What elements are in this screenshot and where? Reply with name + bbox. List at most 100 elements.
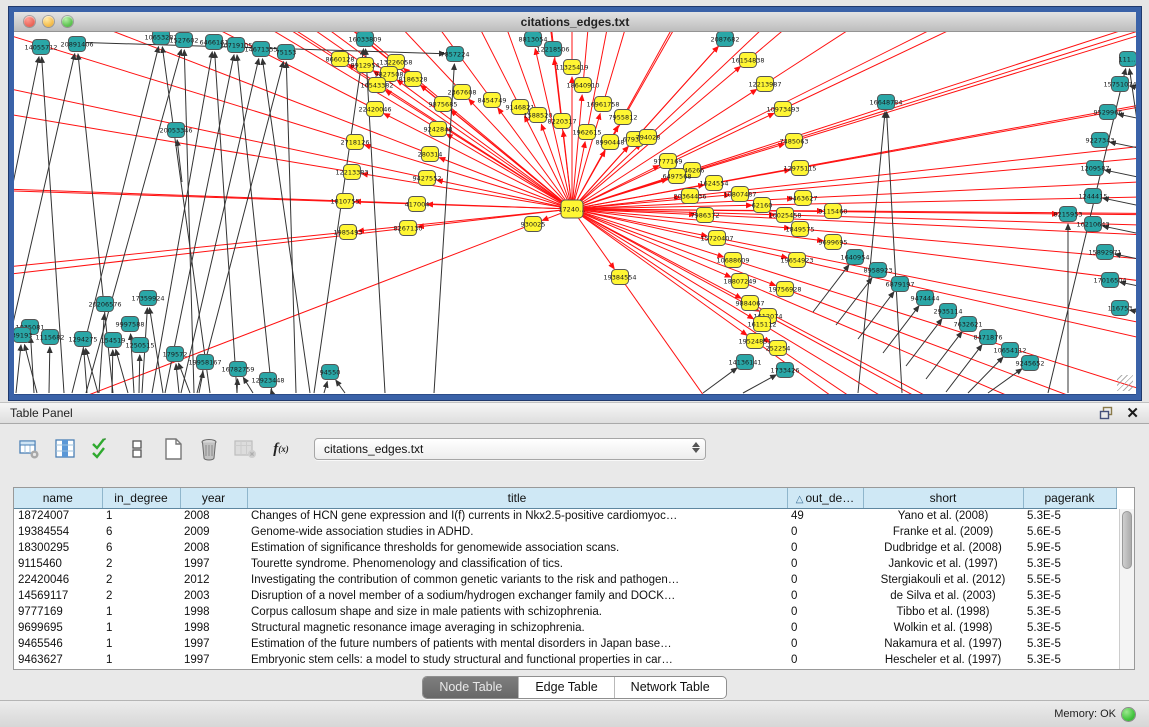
table-cell[interactable]: 2003	[180, 588, 247, 604]
table-row[interactable]: 911546021997Tourette syndrome. Phenomeno…	[14, 556, 1116, 572]
zoom-window-button[interactable]	[62, 16, 73, 27]
table-row[interactable]: 969969511998Structural magnetic resonanc…	[14, 620, 1116, 636]
table-cell[interactable]: 5.3E-5	[1023, 556, 1116, 572]
column-header-out_de[interactable]: △out_de…	[787, 488, 863, 508]
table-cell[interactable]: 14569117	[14, 588, 102, 604]
table-cell[interactable]: 5.3E-5	[1023, 652, 1116, 668]
table-selector-dropdown[interactable]: citations_edges.txt	[314, 438, 706, 460]
table-cell[interactable]: Nakamura et al. (1997)	[863, 636, 1023, 652]
tab-node-table[interactable]: Node Table	[423, 677, 519, 698]
network-window[interactable]: citations_edges.txt 86601288912954132260…	[9, 7, 1141, 400]
table-cell[interactable]: de Silva et al. (2003)	[863, 588, 1023, 604]
table-cell[interactable]: 0	[787, 588, 863, 604]
table-cell[interactable]: 2009	[180, 524, 247, 540]
table-scrollbar-thumb[interactable]	[1122, 511, 1132, 569]
table-cell[interactable]: Yano et al. (2008)	[863, 508, 1023, 524]
table-cell[interactable]: 1997	[180, 636, 247, 652]
table-cell[interactable]: Tourette syndrome. Phenomenology and cla…	[247, 556, 787, 572]
function-builder-icon[interactable]: f(x)	[268, 436, 294, 462]
node-table[interactable]: namein_degreeyeartitle△out_de…shortpager…	[14, 488, 1117, 668]
column-header-pagerank[interactable]: pagerank	[1023, 488, 1116, 508]
table-cell[interactable]: 2008	[180, 540, 247, 556]
table-row[interactable]: 1872400712008Changes of HCN gene express…	[14, 508, 1116, 524]
citation-graph[interactable]: 8660128891295413226058982750816543382818…	[14, 32, 1136, 394]
table-cell[interactable]: 49	[787, 508, 863, 524]
table-cell[interactable]: 9463627	[14, 652, 102, 668]
column-header-short[interactable]: short	[863, 488, 1023, 508]
table-cell[interactable]: Hescheler et al. (1997)	[863, 652, 1023, 668]
table-cell[interactable]: 1	[102, 508, 180, 524]
table-cell[interactable]: 2	[102, 556, 180, 572]
table-cell[interactable]: 5.3E-5	[1023, 620, 1116, 636]
table-cell[interactable]: 6	[102, 524, 180, 540]
table-cell[interactable]: Tibbo et al. (1998)	[863, 604, 1023, 620]
table-row[interactable]: 2242004622012Investigating the contribut…	[14, 572, 1116, 588]
table-row[interactable]: 1938455462009Genome-wide association stu…	[14, 524, 1116, 540]
table-cell[interactable]: 1	[102, 636, 180, 652]
column-header-title[interactable]: title	[247, 488, 787, 508]
table-cell[interactable]: 0	[787, 652, 863, 668]
table-cell[interactable]: Stergiakouli et al. (2012)	[863, 572, 1023, 588]
table-cell[interactable]: 1997	[180, 652, 247, 668]
resize-grip-icon[interactable]	[1117, 375, 1133, 391]
table-cell[interactable]: 2008	[180, 508, 247, 524]
table-cell[interactable]: 0	[787, 524, 863, 540]
table-row[interactable]: 1830029562008Estimation of significance …	[14, 540, 1116, 556]
table-cell[interactable]: 6	[102, 540, 180, 556]
select-all-rows-icon[interactable]	[88, 436, 114, 462]
table-cell[interactable]: Estimation of the future numbers of pati…	[247, 636, 787, 652]
table-row[interactable]: 946362711997Embryonic stem cells: a mode…	[14, 652, 1116, 668]
table-cell[interactable]: Jankovic et al. (1997)	[863, 556, 1023, 572]
table-scrollbar[interactable]	[1119, 509, 1134, 669]
minimize-window-button[interactable]	[43, 16, 54, 27]
table-row[interactable]: 1456911722003Disruption of a novel membe…	[14, 588, 1116, 604]
table-cell[interactable]: 2	[102, 588, 180, 604]
table-cell[interactable]: 5.5E-5	[1023, 572, 1116, 588]
table-cell[interactable]: 0	[787, 620, 863, 636]
table-cell[interactable]: Disruption of a novel member of a sodium…	[247, 588, 787, 604]
create-column-icon[interactable]	[160, 436, 186, 462]
table-cell[interactable]: 18300295	[14, 540, 102, 556]
table-cell[interactable]: 1998	[180, 620, 247, 636]
delete-columns-icon[interactable]	[196, 436, 222, 462]
table-cell[interactable]: Structural magnetic resonance image aver…	[247, 620, 787, 636]
table-cell[interactable]: 9777169	[14, 604, 102, 620]
table-cell[interactable]: 0	[787, 572, 863, 588]
table-cell[interactable]: 18724007	[14, 508, 102, 524]
table-row[interactable]: 977716911998Corpus callosum shape and si…	[14, 604, 1116, 620]
table-cell[interactable]: Corpus callosum shape and size in male p…	[247, 604, 787, 620]
close-window-button[interactable]	[24, 16, 35, 27]
table-cell[interactable]: Dudbridge et al. (2008)	[863, 540, 1023, 556]
table-row[interactable]: 946554611997Estimation of the future num…	[14, 636, 1116, 652]
table-cell[interactable]: 19384554	[14, 524, 102, 540]
table-cell[interactable]: Changes of HCN gene expression and I(f) …	[247, 508, 787, 524]
table-cell[interactable]: 9115460	[14, 556, 102, 572]
table-cell[interactable]: 5.3E-5	[1023, 588, 1116, 604]
table-cell[interactable]: 1997	[180, 556, 247, 572]
table-cell[interactable]: 1	[102, 652, 180, 668]
column-header-name[interactable]: name	[14, 488, 102, 508]
table-cell[interactable]: 2012	[180, 572, 247, 588]
table-cell[interactable]: 0	[787, 540, 863, 556]
table-cell[interactable]: 1	[102, 620, 180, 636]
table-mode-icon[interactable]	[16, 436, 42, 462]
table-cell[interactable]: 5.9E-5	[1023, 540, 1116, 556]
table-cell[interactable]: 5.3E-5	[1023, 636, 1116, 652]
tab-network-table[interactable]: Network Table	[615, 677, 726, 698]
table-cell[interactable]: 5.3E-5	[1023, 508, 1116, 524]
table-cell[interactable]: 5.6E-5	[1023, 524, 1116, 540]
table-cell[interactable]: Investigating the contribution of common…	[247, 572, 787, 588]
tab-edge-table[interactable]: Edge Table	[519, 677, 614, 698]
table-cell[interactable]: 1998	[180, 604, 247, 620]
clear-selection-icon[interactable]	[124, 436, 150, 462]
network-canvas[interactable]: 8660128891295413226058982750816543382818…	[14, 32, 1136, 394]
delete-table-icon[interactable]	[232, 436, 258, 462]
table-cell[interactable]: 0	[787, 556, 863, 572]
table-cell[interactable]: Genome-wide association studies in ADHD.	[247, 524, 787, 540]
show-columns-icon[interactable]	[52, 436, 78, 462]
table-cell[interactable]: Embryonic stem cells: a model to study s…	[247, 652, 787, 668]
table-cell[interactable]: 5.3E-5	[1023, 604, 1116, 620]
table-cell[interactable]: Franke et al. (2009)	[863, 524, 1023, 540]
table-cell[interactable]: 0	[787, 604, 863, 620]
table-cell[interactable]: 1	[102, 604, 180, 620]
